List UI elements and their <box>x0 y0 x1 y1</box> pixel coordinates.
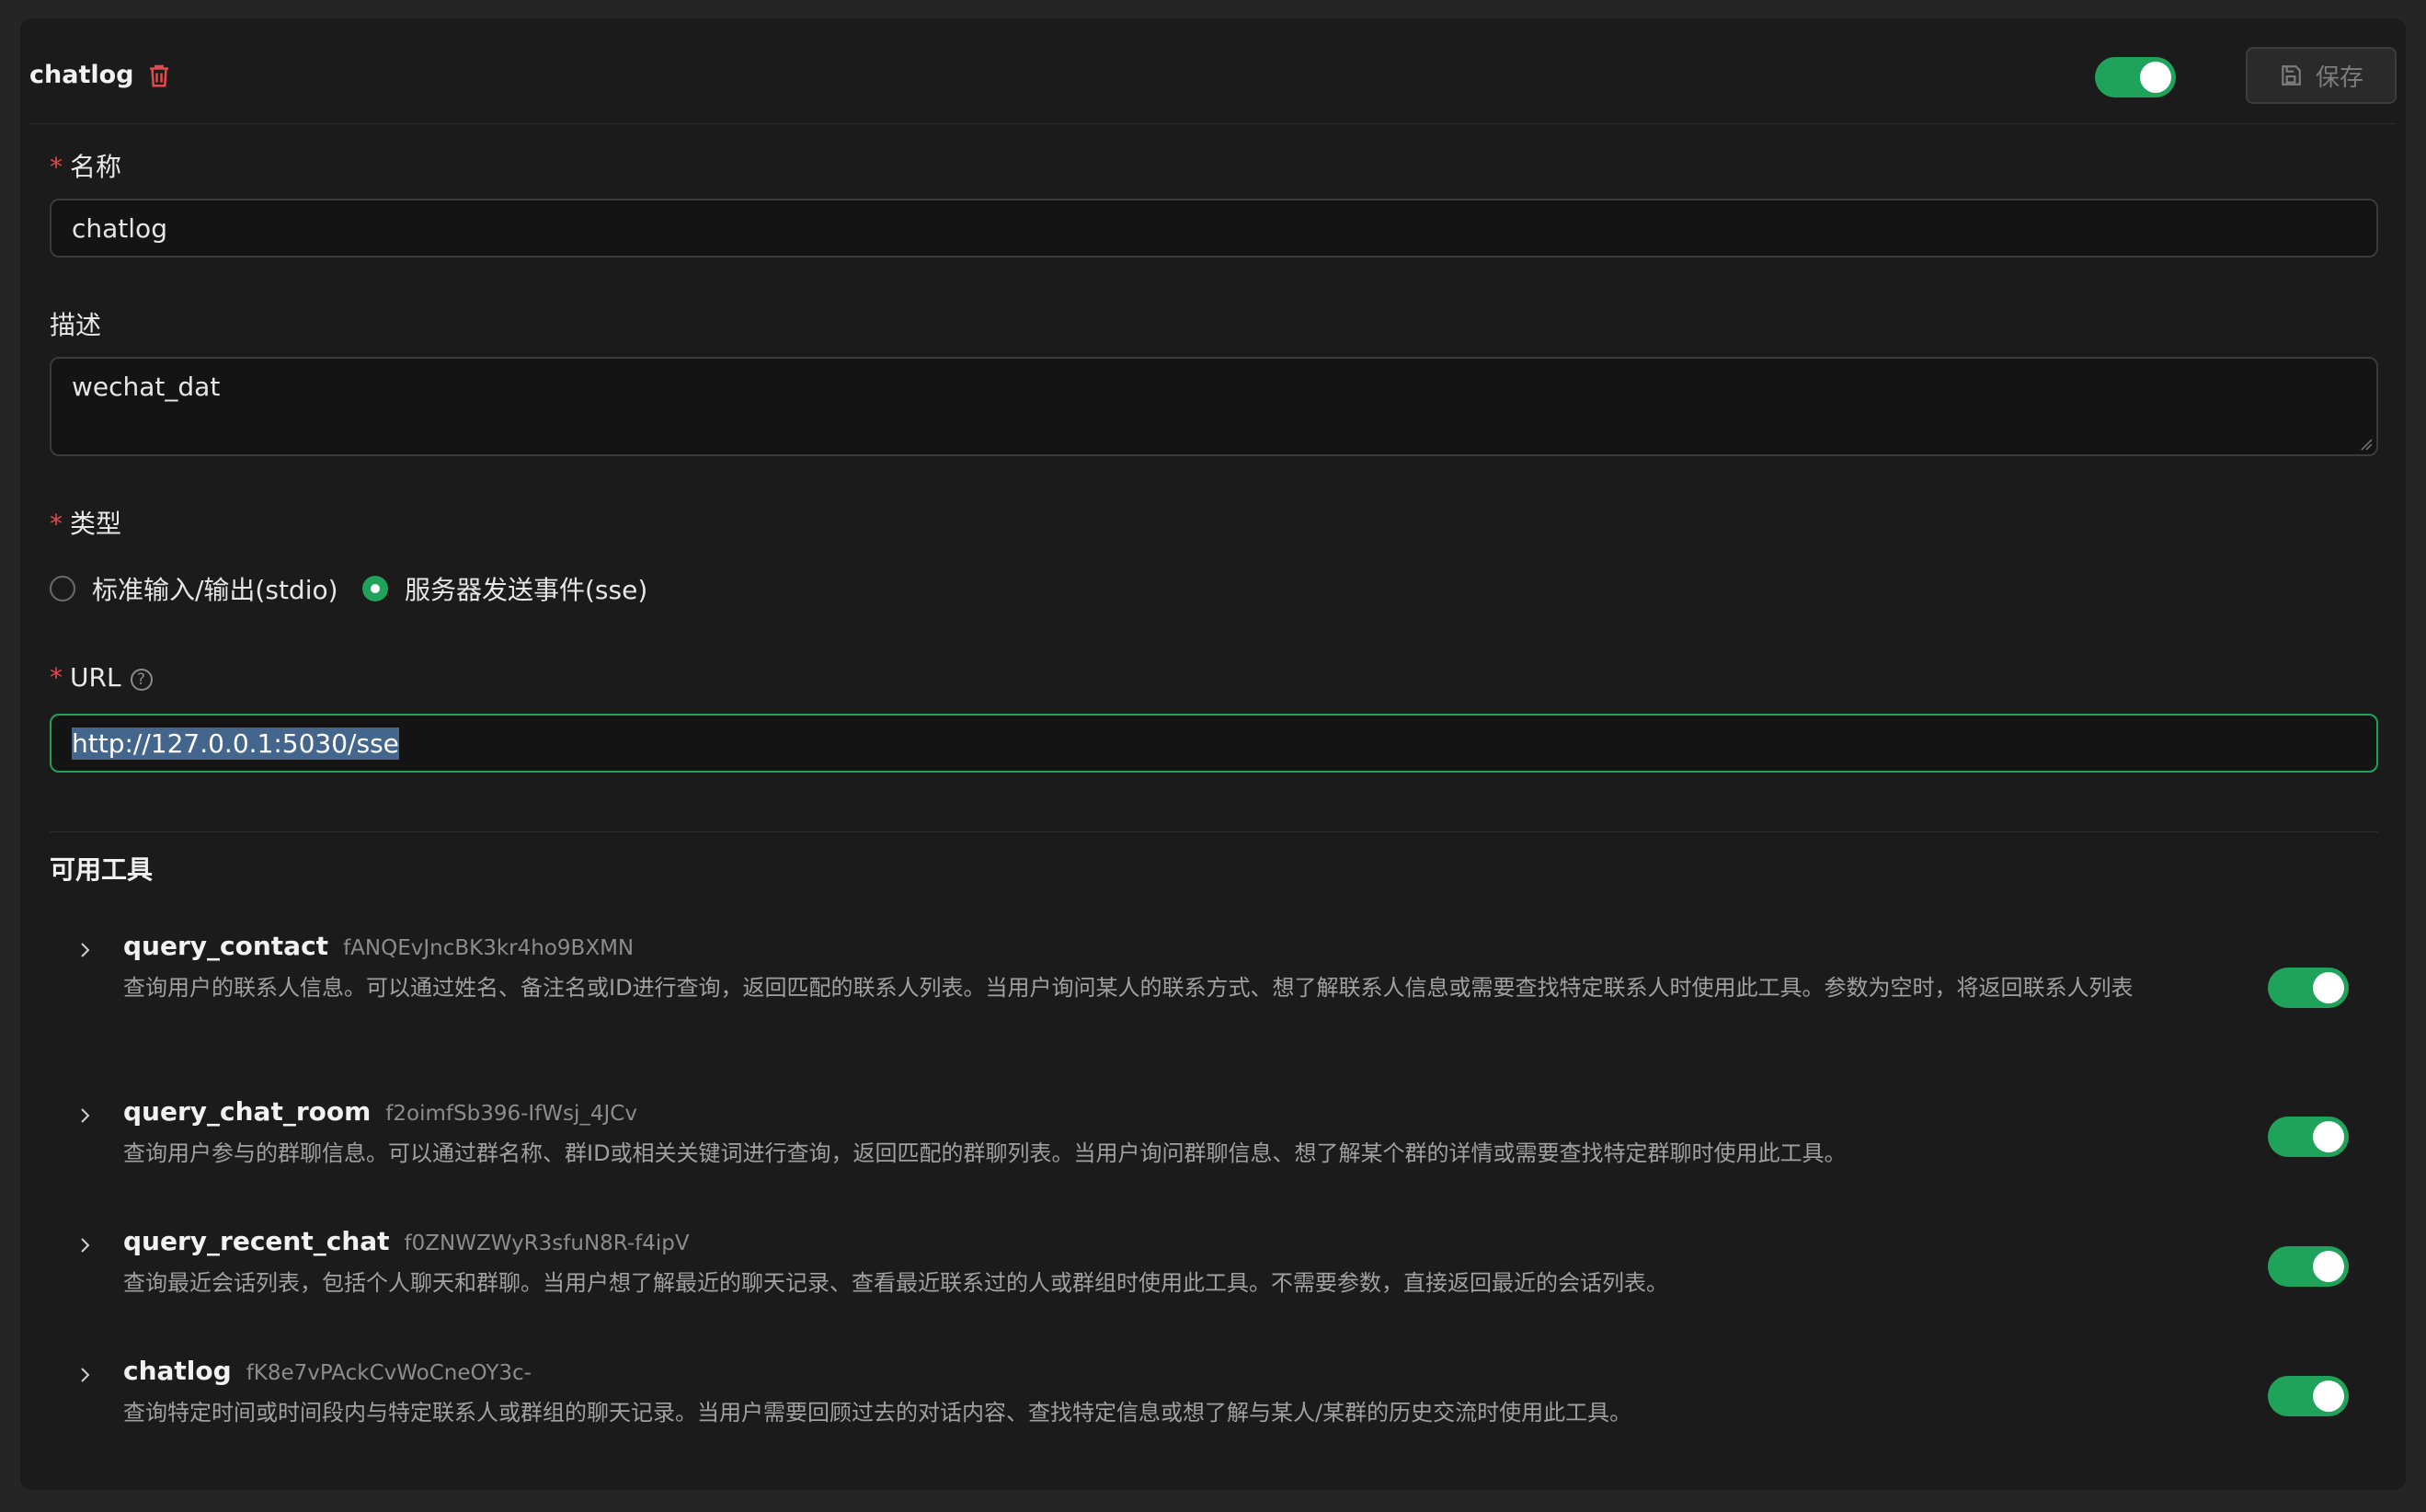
tool-id: f2oimfSb396-IfWsj_4JCv <box>385 1102 637 1126</box>
required-mark: * <box>50 662 63 693</box>
tool-name[interactable]: query_recent_chat <box>123 1226 390 1256</box>
tool-name[interactable]: chatlog <box>123 1356 232 1386</box>
resize-handle-icon[interactable] <box>2360 438 2373 451</box>
chevron-right-icon[interactable] <box>77 1367 94 1383</box>
radio-sse[interactable]: 服务器发送事件(sse) <box>362 570 647 607</box>
toggle-knob <box>2313 1251 2344 1282</box>
description-label: 描述 <box>50 305 101 342</box>
save-label: 保存 <box>2315 63 2363 92</box>
chevron-right-icon[interactable] <box>77 1237 94 1254</box>
url-value: http://127.0.0.1:5030/sse <box>72 727 399 760</box>
required-mark: * <box>50 152 63 182</box>
tool-description: 查询最近会话列表，包括个人聊天和群聊。当用户想了解最近的聊天记录、查看最近联系过… <box>123 1270 1668 1296</box>
toggle-knob <box>2313 1121 2344 1152</box>
url-label: * URL? <box>50 662 153 693</box>
tool-item: query_contact fANQEvJncBK3kr4ho9BXMN 查询用户… <box>50 931 2378 1050</box>
delete-icon[interactable] <box>145 61 173 90</box>
tool-description: 查询用户参与的群聊信息。可以通过群名称、群ID或相关关键词进行查询，返回匹配的群… <box>123 1140 1847 1166</box>
type-label-text: 类型 <box>70 509 122 539</box>
question-circle-icon[interactable]: ? <box>130 669 153 691</box>
tool-enable-toggle[interactable] <box>2268 968 2349 1008</box>
tool-enable-toggle[interactable] <box>2268 1117 2349 1157</box>
name-input[interactable]: chatlog <box>50 199 2378 258</box>
radio-sse-label: 服务器发送事件(sse) <box>405 575 648 605</box>
save-button[interactable]: 保存 <box>2246 47 2397 104</box>
tool-item: query_recent_chat f0ZNWZWyR3sfuN8R-f4ipV … <box>50 1226 2378 1309</box>
name-value: chatlog <box>72 212 167 244</box>
description-value: wechat_dat <box>72 372 221 402</box>
tool-name[interactable]: query_chat_room <box>123 1096 371 1127</box>
save-icon <box>2282 65 2301 86</box>
server-title: chatlog <box>29 61 134 89</box>
toggle-knob <box>2313 1380 2344 1412</box>
description-label-text: 描述 <box>50 310 102 340</box>
chevron-right-icon[interactable] <box>77 942 94 958</box>
section-divider <box>50 831 2378 832</box>
tool-description: 查询特定时间或时间段内与特定联系人或群组的聊天记录。当用户需要回顾过去的对话内容… <box>123 1400 1632 1426</box>
server-enable-toggle[interactable] <box>2095 57 2176 97</box>
tool-item: chatlog fK8e7vPAckCvWoCneOY3c- 查询特定时间或时间段… <box>50 1356 2378 1438</box>
url-label-text: URL <box>70 662 121 693</box>
chevron-right-icon[interactable] <box>77 1107 94 1124</box>
tool-enable-toggle[interactable] <box>2268 1246 2349 1287</box>
tool-id: fK8e7vPAckCvWoCneOY3c- <box>246 1361 532 1385</box>
radio-stdio-label: 标准输入/输出(stdio) <box>92 575 338 605</box>
tool-name[interactable]: query_contact <box>123 931 328 961</box>
url-input[interactable]: http://127.0.0.1:5030/sse <box>50 714 2378 773</box>
tool-item: query_chat_room f2oimfSb396-IfWsj_4JCv 查询… <box>50 1096 2378 1179</box>
type-label: * 类型 <box>50 504 121 541</box>
radio-circle-selected <box>362 576 388 601</box>
description-textarea[interactable]: wechat_dat <box>50 357 2378 456</box>
tool-id: f0ZNWZWyR3sfuN8R-f4ipV <box>404 1231 690 1255</box>
tool-enable-toggle[interactable] <box>2268 1376 2349 1416</box>
radio-circle <box>50 576 75 601</box>
name-label: * 名称 <box>50 147 121 184</box>
tool-description: 查询用户的联系人信息。可以通过姓名、备注名或ID进行查询，返回匹配的联系人列表。… <box>123 975 2134 1001</box>
toggle-knob <box>2140 62 2171 93</box>
radio-stdio[interactable]: 标准输入/输出(stdio) <box>50 570 338 607</box>
panel-header: chatlog 保存 <box>29 37 2397 124</box>
tool-id: fANQEvJncBK3kr4ho9BXMN <box>343 936 635 960</box>
toggle-knob <box>2313 972 2344 1003</box>
required-mark: * <box>50 509 63 539</box>
tools-section-title: 可用工具 <box>50 854 154 885</box>
name-label-text: 名称 <box>70 152 122 182</box>
